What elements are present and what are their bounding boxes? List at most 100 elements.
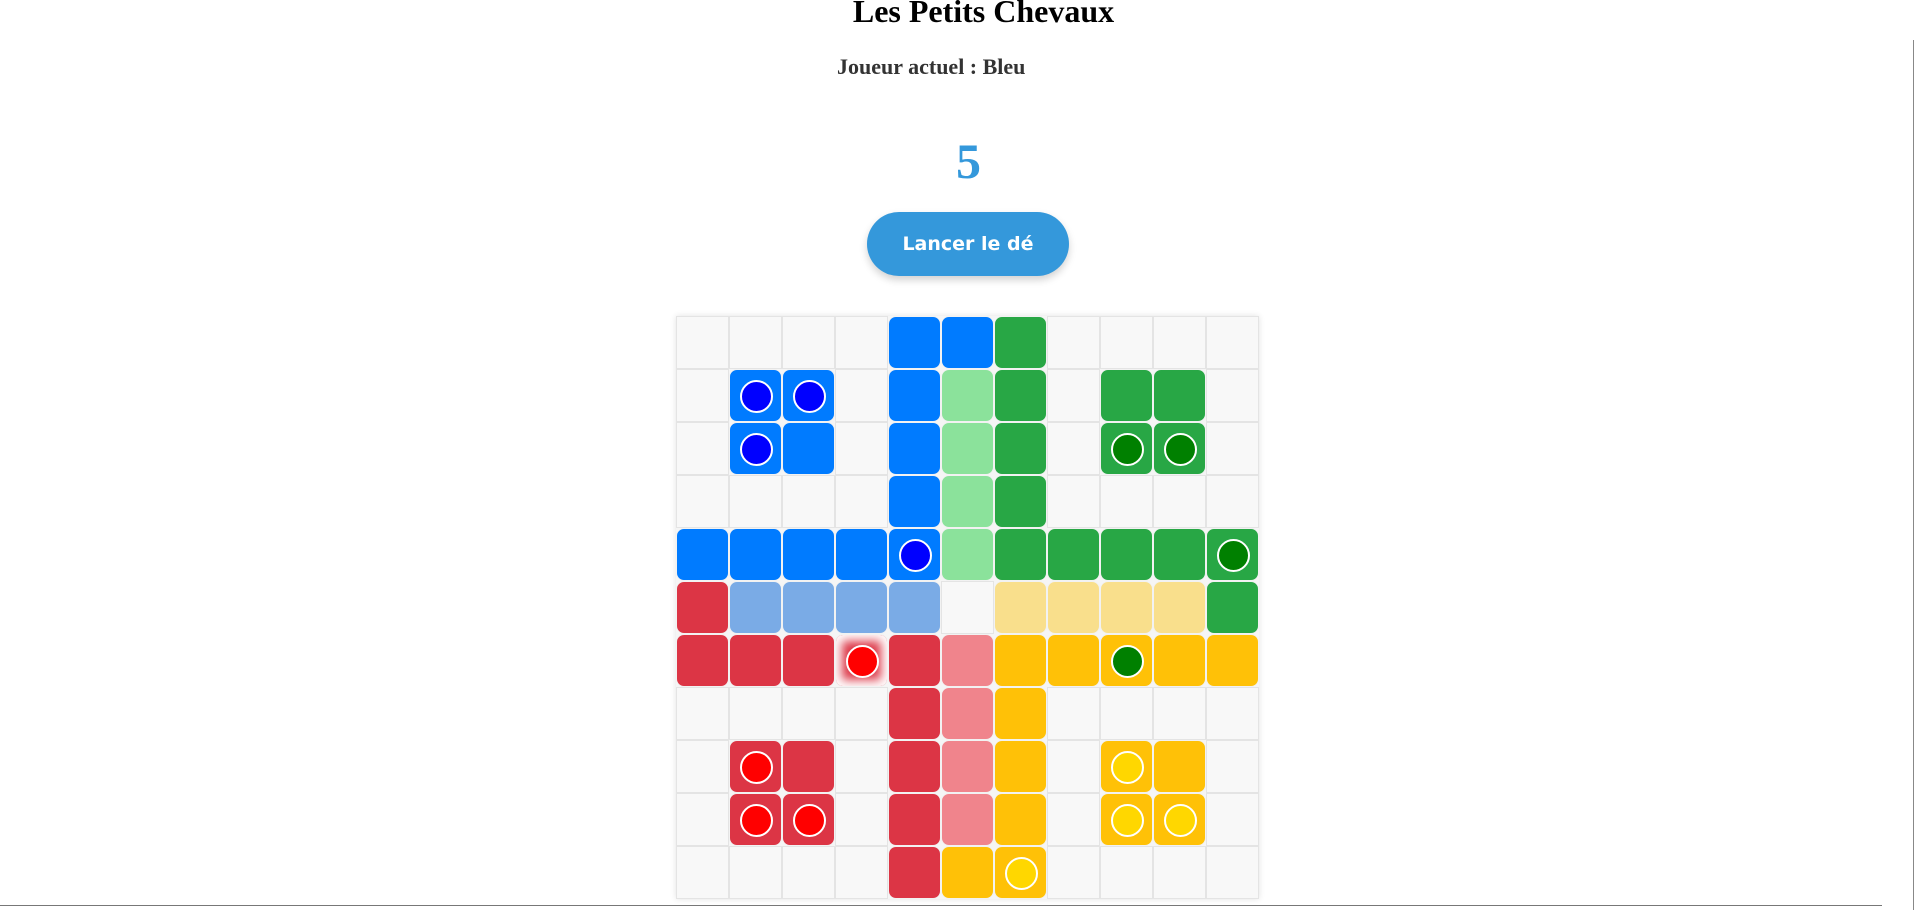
yellow-home-lane-cell[interactable] [1047,581,1100,634]
green-cell[interactable] [1206,581,1259,634]
green-cell[interactable] [994,316,1047,369]
empty-cell[interactable] [1047,846,1100,899]
empty-cell[interactable] [1047,687,1100,740]
blue-home-lane-cell[interactable] [888,581,941,634]
blue-home-lane-cell[interactable] [729,581,782,634]
blue-cell[interactable] [729,422,782,475]
empty-cell[interactable] [1206,422,1259,475]
green-pawn[interactable] [1111,645,1144,678]
empty-cell[interactable] [676,740,729,793]
empty-cell[interactable] [676,846,729,899]
blue-cell[interactable] [941,316,994,369]
green-home-lane-cell[interactable] [941,475,994,528]
empty-cell[interactable] [1047,369,1100,422]
yellow-cell[interactable] [994,740,1047,793]
empty-cell[interactable] [729,846,782,899]
yellow-cell[interactable] [1100,634,1153,687]
empty-cell[interactable] [835,740,888,793]
red-cell[interactable] [729,740,782,793]
empty-cell[interactable] [676,793,729,846]
empty-cell[interactable] [1206,687,1259,740]
green-cell[interactable] [994,369,1047,422]
yellow-cell[interactable] [1153,634,1206,687]
blue-cell[interactable] [782,422,835,475]
yellow-cell[interactable] [1153,793,1206,846]
red-pawn[interactable] [740,751,773,784]
green-cell[interactable] [1153,422,1206,475]
roll-dice-button[interactable]: Lancer le dé [867,212,1069,276]
empty-cell[interactable] [1153,687,1206,740]
blue-cell[interactable] [676,528,729,581]
yellow-cell[interactable] [994,687,1047,740]
empty-cell[interactable] [676,422,729,475]
empty-cell[interactable] [1206,846,1259,899]
empty-cell[interactable] [1100,316,1153,369]
empty-cell[interactable] [835,316,888,369]
empty-cell[interactable] [782,475,835,528]
green-pawn[interactable] [1111,433,1144,466]
blue-cell[interactable] [888,316,941,369]
blue-cell[interactable] [782,369,835,422]
blue-cell[interactable] [888,528,941,581]
empty-cell[interactable] [729,316,782,369]
yellow-home-lane-cell[interactable] [994,581,1047,634]
green-cell[interactable] [994,528,1047,581]
green-cell[interactable] [1100,528,1153,581]
green-home-lane-cell[interactable] [941,528,994,581]
yellow-pawn[interactable] [1005,857,1038,890]
yellow-cell[interactable] [1206,634,1259,687]
blue-cell[interactable] [888,369,941,422]
red-cell[interactable] [676,634,729,687]
empty-cell[interactable] [1206,316,1259,369]
empty-cell[interactable] [1047,475,1100,528]
green-cell[interactable] [1153,528,1206,581]
yellow-cell[interactable] [994,793,1047,846]
empty-cell[interactable] [835,687,888,740]
red-cell[interactable] [888,740,941,793]
empty-cell[interactable] [1206,740,1259,793]
red-home-lane-cell[interactable] [941,634,994,687]
yellow-cell[interactable] [994,634,1047,687]
empty-cell[interactable] [941,581,994,634]
red-cell[interactable] [888,634,941,687]
empty-cell[interactable] [729,475,782,528]
empty-cell[interactable] [782,316,835,369]
green-home-lane-cell[interactable] [941,422,994,475]
red-cell[interactable] [782,793,835,846]
empty-cell[interactable] [835,475,888,528]
empty-cell[interactable] [1100,846,1153,899]
empty-cell[interactable] [1100,687,1153,740]
empty-cell[interactable] [1206,369,1259,422]
red-pawn[interactable] [740,804,773,837]
yellow-pawn[interactable] [1111,751,1144,784]
green-cell[interactable] [994,422,1047,475]
blue-pawn[interactable] [740,433,773,466]
empty-cell[interactable] [835,793,888,846]
empty-cell[interactable] [1047,793,1100,846]
empty-cell[interactable] [835,422,888,475]
yellow-cell[interactable] [994,846,1047,899]
red-home-lane-cell[interactable] [941,793,994,846]
yellow-cell[interactable] [1047,634,1100,687]
blue-cell[interactable] [888,475,941,528]
green-pawn[interactable] [1217,539,1250,572]
red-cell[interactable] [782,634,835,687]
red-cell[interactable] [729,793,782,846]
blue-cell[interactable] [888,422,941,475]
green-cell[interactable] [994,475,1047,528]
yellow-cell[interactable] [1100,793,1153,846]
empty-cell[interactable] [1153,475,1206,528]
yellow-pawn[interactable] [1164,804,1197,837]
blue-pawn[interactable] [740,380,773,413]
empty-cell[interactable] [1153,316,1206,369]
red-pawn[interactable] [846,645,879,678]
yellow-cell[interactable] [1153,740,1206,793]
blue-home-lane-cell[interactable] [835,581,888,634]
red-cell[interactable] [835,634,888,687]
red-cell[interactable] [676,581,729,634]
red-cell[interactable] [729,634,782,687]
yellow-home-lane-cell[interactable] [1100,581,1153,634]
green-pawn[interactable] [1164,433,1197,466]
blue-cell[interactable] [782,528,835,581]
empty-cell[interactable] [676,687,729,740]
